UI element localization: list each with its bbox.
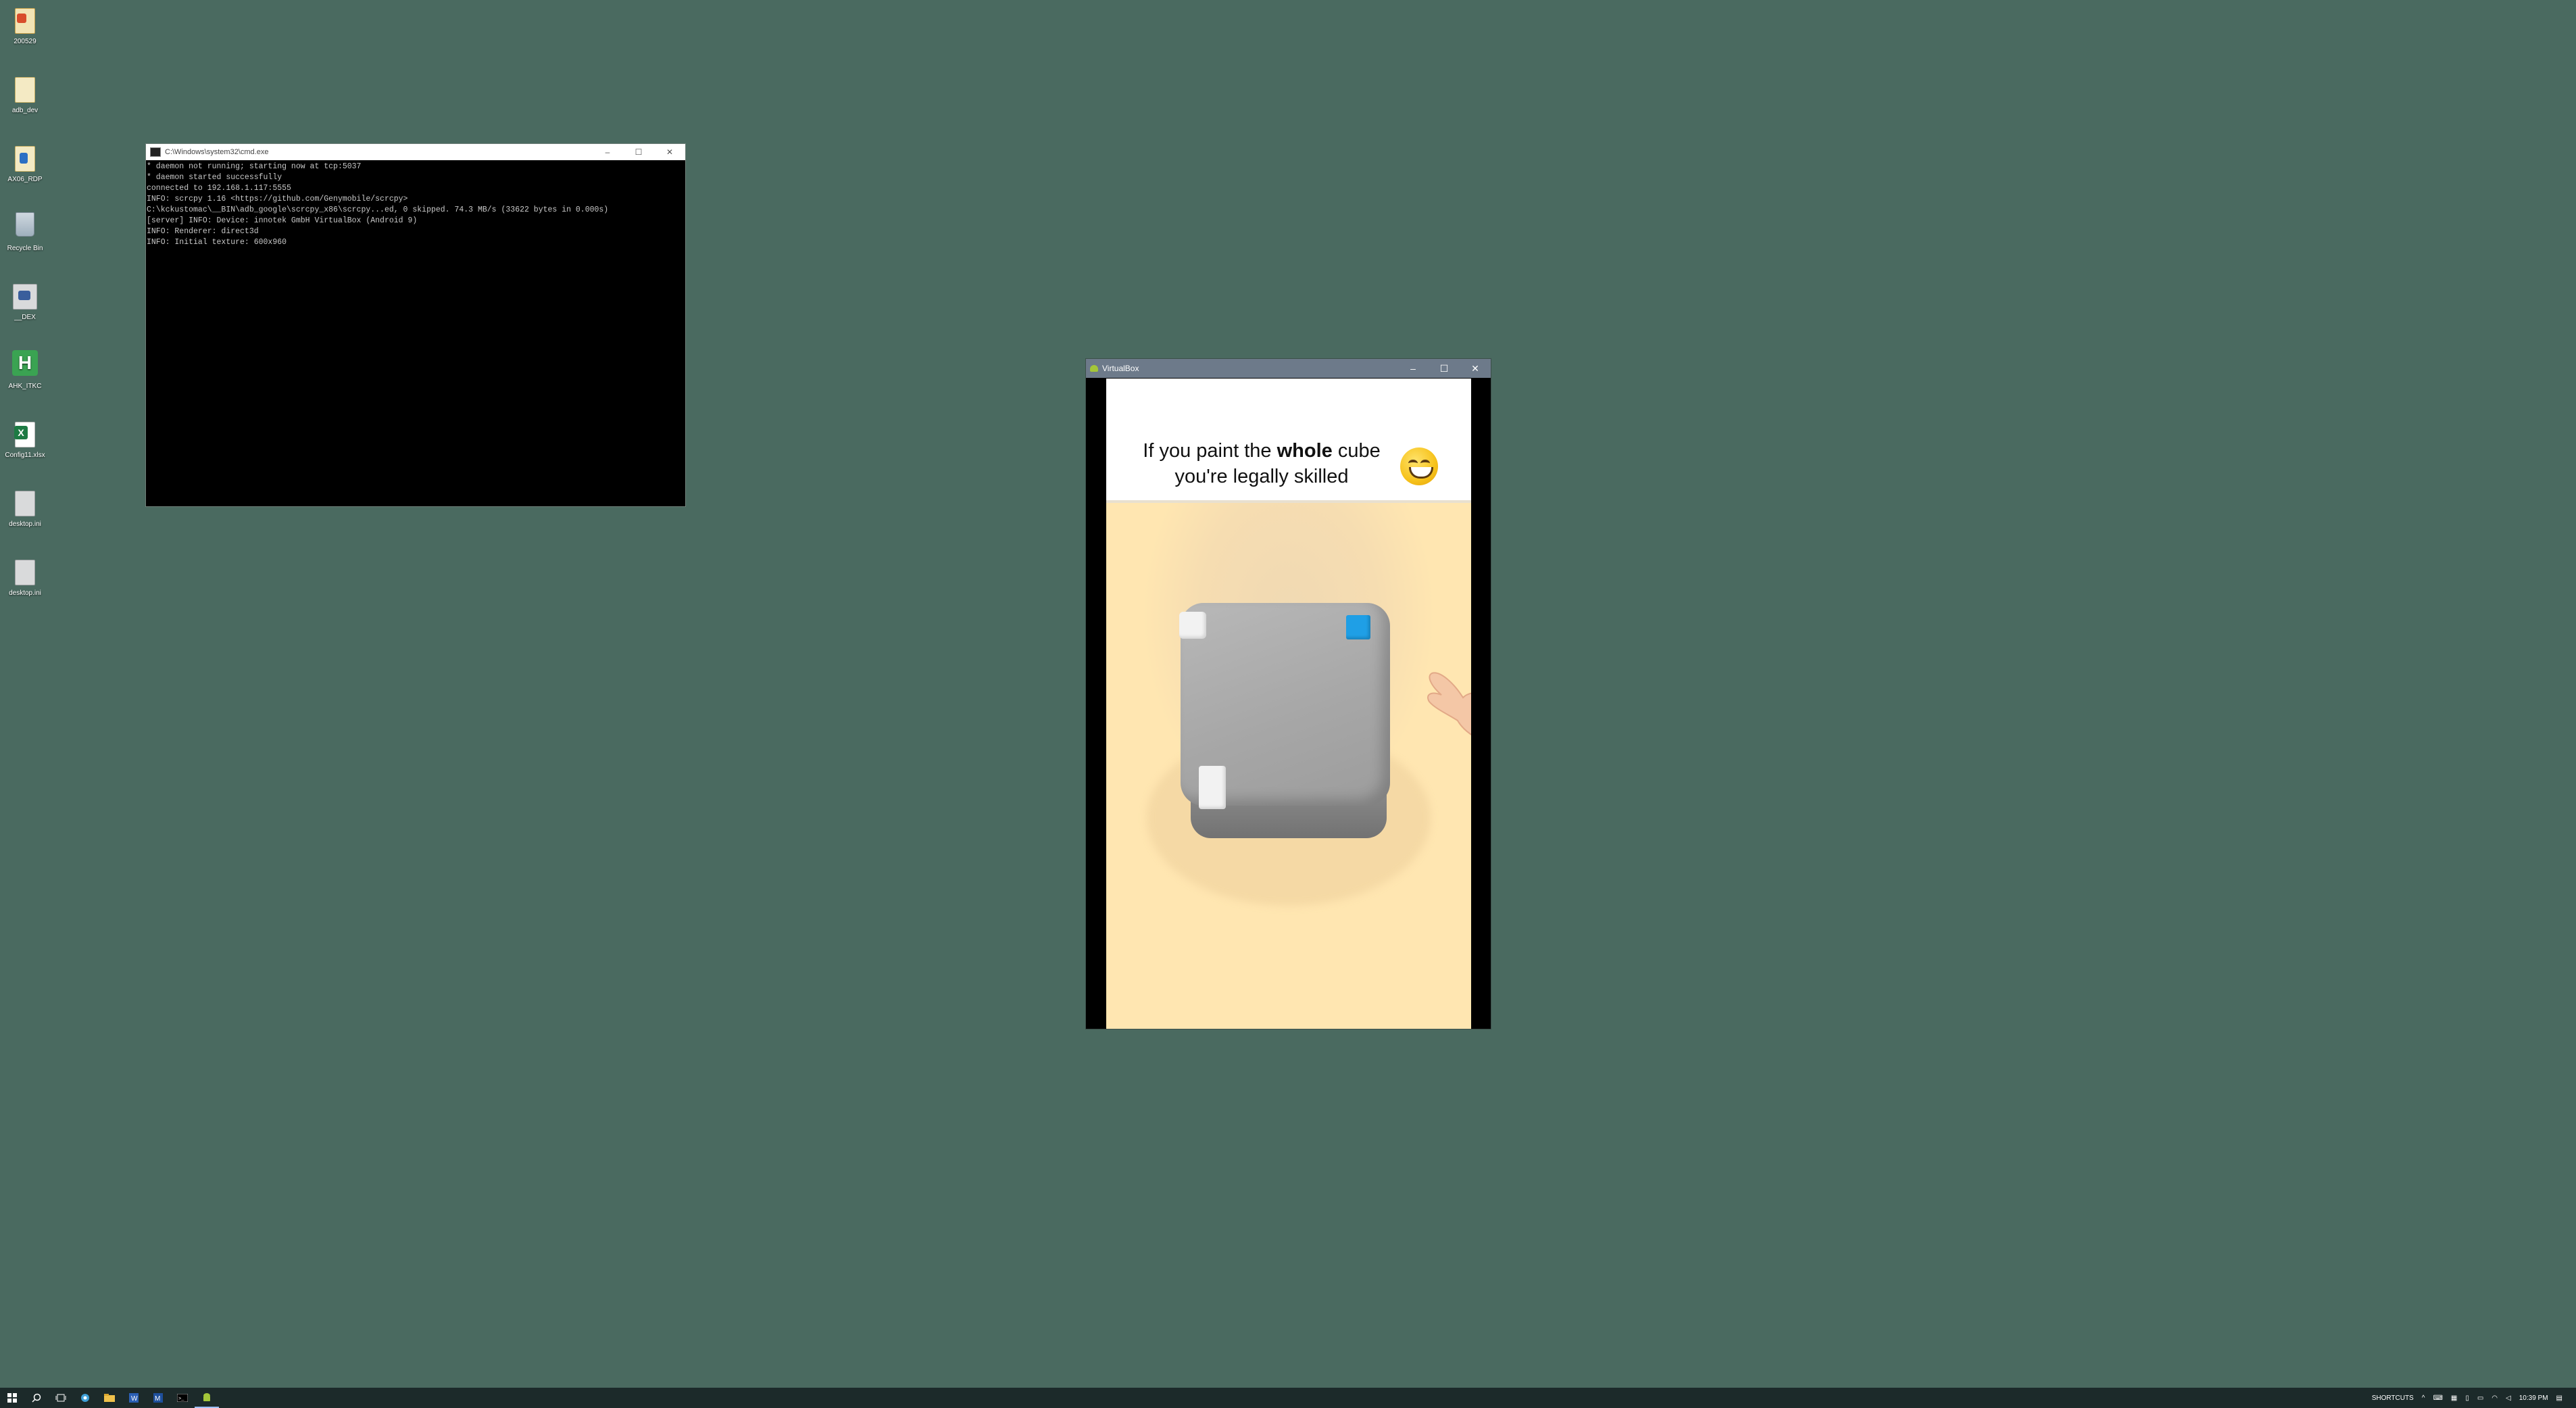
desktop-icon-desktop-ini-2[interactable]: desktop.ini [0, 552, 50, 598]
search-button[interactable] [24, 1388, 49, 1408]
terminal-icon [150, 147, 161, 157]
desktop-icon-adb-dev[interactable]: adb_dev [0, 69, 50, 115]
caption-line1-end: cube [1332, 440, 1381, 462]
start-button[interactable] [0, 1388, 24, 1408]
taskbar-scrcpy[interactable] [195, 1388, 219, 1408]
search-icon [32, 1393, 41, 1403]
display-icon[interactable]: ▭ [2477, 1394, 2483, 1402]
svg-text:M: M [155, 1395, 160, 1403]
taskbar-app-word-2[interactable]: M [146, 1388, 170, 1408]
battery-icon[interactable]: ▯ [2465, 1394, 2469, 1402]
desktop-icon-label: Recycle Bin [7, 245, 43, 252]
word-icon: M [153, 1393, 163, 1403]
android-icon [1090, 365, 1098, 372]
android-icon [203, 1393, 210, 1401]
vbox-title: VirtualBox [1102, 364, 1139, 373]
excel-file-icon: X [11, 419, 39, 449]
task-view-icon [55, 1394, 66, 1402]
white-paint-patch [1179, 612, 1206, 639]
task-view-button[interactable] [49, 1388, 73, 1408]
system-tray: SHORTCUTS ^ ⌨ ▦ ▯ ▭ ◠ ◁ 10:39 PM ▤ [2368, 1388, 2576, 1408]
browser-icon [81, 1394, 89, 1402]
settings-file-icon [11, 557, 39, 587]
caption-line2: you're legally skilled [1174, 466, 1349, 487]
chevron-up-icon[interactable]: ^ [2422, 1394, 2425, 1402]
caption-banner: If you paint the whole cube you're legal… [1106, 379, 1471, 503]
wifi-icon[interactable]: ◠ [2492, 1394, 2498, 1402]
cmd-line: INFO: Initial texture: 600x960 [147, 238, 287, 247]
windows-icon [7, 1393, 17, 1403]
cmd-line: connected to 192.168.1.117:5555 [147, 184, 291, 193]
shortcuts-toolbar[interactable]: SHORTCUTS [2372, 1394, 2414, 1402]
taskbar-app-word[interactable]: W [122, 1388, 146, 1408]
taskbar-browser[interactable] [73, 1388, 97, 1408]
desktop-icon-ahk-itkc[interactable]: H AHK_ITKC [0, 345, 50, 391]
terminal-icon: >_ [177, 1394, 188, 1402]
network-icon[interactable]: ▦ [2451, 1394, 2457, 1402]
maximize-button[interactable]: ☐ [623, 147, 654, 157]
autohotkey-icon: H [11, 350, 39, 380]
desktop-icon-desktop-ini-1[interactable]: desktop.ini [0, 483, 50, 529]
remote-desktop-icon [11, 143, 39, 173]
minimize-button[interactable]: – [592, 147, 623, 157]
settings-file-icon [11, 488, 39, 518]
cmd-line: C:\kckustomac\__BIN\adb_google\scrcpy_x8… [147, 205, 609, 214]
cmd-line: INFO: scrcpy 1.16 <https://github.com/Ge… [147, 195, 408, 203]
blue-paint-patch [1346, 615, 1370, 639]
desktop-icon-ax06-rdp[interactable]: AX06_RDP [0, 138, 50, 184]
desktop-icon-label: desktop.ini [9, 520, 41, 528]
desktop-icon-label: AX06_RDP [7, 176, 43, 183]
virtualbox-window[interactable]: VirtualBox – ☐ ✕ If you paint the whole … [1085, 358, 1491, 1029]
recycle-bin-icon [11, 212, 39, 242]
taskbar-cmd[interactable]: >_ [170, 1388, 195, 1408]
desktop-icon-label: Config11.xlsx [5, 452, 45, 459]
caption-text: If you paint the whole cube you're legal… [1133, 438, 1390, 489]
cmd-window[interactable]: C:\Windows\system32\cmd.exe – ☐ ✕ * daem… [145, 143, 686, 507]
taskbar-file-explorer[interactable] [97, 1388, 122, 1408]
cmd-line: INFO: Renderer: direct3d [147, 227, 259, 236]
maximize-button[interactable]: ☐ [1429, 363, 1460, 374]
keyboard-icon[interactable]: ⌨ [2433, 1394, 2442, 1402]
desktop-icon-recycle-bin[interactable]: Recycle Bin [0, 207, 50, 253]
cmd-line: * daemon started successfully [147, 173, 282, 182]
cmd-output[interactable]: * daemon not running; starting now at tc… [146, 160, 685, 249]
cmd-line: * daemon not running; starting now at tc… [147, 162, 362, 171]
desktop-icon-label: 200529 [14, 38, 36, 45]
folder-shortcut-icon [11, 281, 39, 311]
minimize-button[interactable]: – [1397, 363, 1429, 374]
word-icon: W [129, 1393, 139, 1403]
cmd-titlebar[interactable]: C:\Windows\system32\cmd.exe – ☐ ✕ [146, 144, 685, 160]
close-button[interactable]: ✕ [1460, 363, 1491, 374]
game-screen[interactable]: If you paint the whole cube you're legal… [1106, 379, 1471, 1029]
vbox-titlebar[interactable]: VirtualBox – ☐ ✕ [1086, 359, 1491, 378]
desktop-icon-label: AHK_ITKC [8, 383, 42, 390]
cmd-line: [server] INFO: Device: innotek GmbH Virt… [147, 216, 418, 225]
desktop-icon-200529[interactable]: 200529 [0, 0, 50, 46]
cmd-title: C:\Windows\system32\cmd.exe [165, 148, 269, 156]
svg-text:>_: >_ [178, 1397, 184, 1402]
notification-icon[interactable]: ▤ [2556, 1394, 2562, 1402]
close-button[interactable]: ✕ [654, 147, 685, 157]
desktop-icon-label: adb_dev [11, 107, 39, 114]
grinning-emoji-icon [1400, 447, 1438, 485]
volume-icon[interactable]: ◁ [2506, 1394, 2511, 1402]
clock[interactable]: 10:39 PM [2519, 1394, 2548, 1402]
desktop-icon-config11-xlsx[interactable]: X Config11.xlsx [0, 414, 50, 460]
folder-archive-icon [11, 5, 39, 35]
folder-icon [104, 1394, 115, 1402]
desktop-icon-label: __DEX [14, 314, 36, 321]
caption-line1-start: If you paint the [1143, 440, 1277, 462]
caption-bold-word: whole [1277, 440, 1333, 462]
desktop-icon-label: desktop.ini [9, 589, 41, 597]
pointing-hand-icon [1427, 672, 1471, 735]
text-file-icon [11, 74, 39, 104]
taskbar: W M >_ SHORTCUTS ^ ⌨ ▦ ▯ ▭ ◠ ◁ 10:39 PM … [0, 1388, 2576, 1408]
desktop-icon-dex[interactable]: __DEX [0, 276, 50, 322]
white-paint-patch [1199, 766, 1226, 809]
svg-text:W: W [131, 1395, 138, 1403]
